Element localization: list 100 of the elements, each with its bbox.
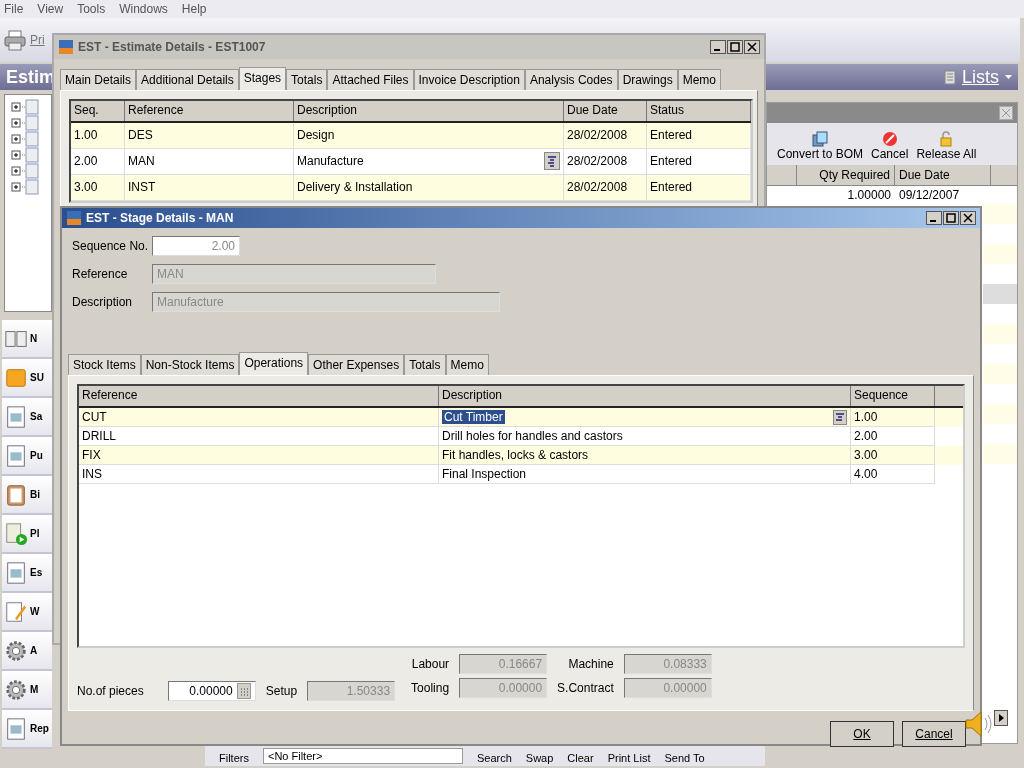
- toolbar-button[interactable]: Cancel: [871, 131, 909, 161]
- tab[interactable]: Stages: [238, 67, 287, 90]
- tab[interactable]: Attached Files: [327, 69, 414, 90]
- play-icon: [4, 521, 28, 546]
- tab[interactable]: Totals: [286, 69, 328, 90]
- nav-item[interactable]: M: [2, 671, 52, 710]
- nav-item[interactable]: Es: [2, 554, 52, 593]
- column-header[interactable]: Due Date: [895, 165, 991, 185]
- print-label[interactable]: Pri: [30, 33, 45, 47]
- table-cell-text: Design: [297, 127, 335, 142]
- tab[interactable]: Totals: [404, 354, 446, 375]
- nav-item[interactable]: Bi: [2, 476, 52, 515]
- nav-item[interactable]: SU: [2, 359, 52, 398]
- table-row[interactable]: 3.00 INST Delivery & Installation 28/02/2008 Entered: [71, 175, 751, 201]
- column-header[interactable]: Reference: [79, 386, 439, 406]
- tab[interactable]: Drawings: [617, 69, 678, 90]
- nav-label: SU: [30, 372, 44, 383]
- nav-label: M: [30, 684, 39, 695]
- lists-button[interactable]: Lists: [962, 66, 999, 88]
- maximize-icon[interactable]: [943, 211, 959, 225]
- filter-dropdown[interactable]: <No Filter>: [262, 748, 463, 764]
- column-header[interactable]: Reference: [125, 101, 294, 121]
- table-row[interactable]: INS Final Inspection 4.00: [79, 465, 963, 484]
- filter-action[interactable]: Clear: [567, 752, 594, 764]
- dropdown-icon[interactable]: [1005, 75, 1012, 79]
- table-cell: CUT: [79, 408, 439, 427]
- table-cell: Fit handles, locks & castors: [442, 448, 589, 462]
- column-header[interactable]: Due Date: [564, 101, 647, 121]
- toolbar-button[interactable]: Convert to BOM: [777, 131, 864, 161]
- tab[interactable]: Stock Items: [68, 354, 141, 375]
- speaker-icon[interactable]: [962, 708, 994, 740]
- table-cell: FIX: [79, 446, 439, 465]
- pencil-icon: [4, 599, 28, 624]
- edit-button-icon[interactable]: [544, 152, 560, 170]
- filter-action[interactable]: Send To: [664, 752, 705, 764]
- table-cell: 3.00: [71, 175, 125, 201]
- field-label: Tooling: [411, 681, 450, 695]
- dialog-button[interactable]: OK: [830, 721, 894, 747]
- menu-item[interactable]: Windows: [119, 2, 168, 16]
- tab[interactable]: Invoice Description: [413, 69, 525, 90]
- table-row[interactable]: 1.00 DES Design 28/02/2008 Entered: [71, 123, 751, 149]
- tab[interactable]: Main Details: [60, 69, 137, 90]
- menu-item[interactable]: Tools: [77, 2, 106, 16]
- nav-label: Pu: [30, 450, 43, 461]
- column-header[interactable]: Qty Required: [797, 165, 895, 185]
- table-cell: Cut Timber: [442, 410, 505, 424]
- column-header[interactable]: Description: [439, 386, 851, 406]
- tab[interactable]: Analysis Codes: [524, 69, 618, 90]
- tab[interactable]: Non-Stock Items: [140, 354, 240, 375]
- field-label: Description: [72, 295, 134, 309]
- tab[interactable]: Other Expenses: [308, 354, 405, 375]
- nav-label: Rep: [30, 723, 49, 734]
- tab[interactable]: Memo: [677, 69, 721, 90]
- column-header[interactable]: Sequence: [851, 386, 935, 406]
- column-header[interactable]: Status: [647, 101, 751, 121]
- nav-item[interactable]: W: [2, 593, 52, 632]
- tab[interactable]: Additional Details: [136, 69, 239, 90]
- field-label: Setup: [265, 684, 298, 698]
- table-row[interactable]: FIX Fit handles, locks & castors 3.00: [79, 446, 963, 465]
- table-cell-text: 09/12/2007: [898, 187, 961, 204]
- tab[interactable]: Memo: [445, 354, 489, 375]
- filter-action[interactable]: Print List: [607, 752, 651, 764]
- app-icon: [66, 210, 82, 226]
- tab[interactable]: Operations: [239, 352, 309, 375]
- nav-item[interactable]: Pl: [2, 515, 52, 554]
- nav-item[interactable]: Rep: [2, 710, 52, 749]
- nav-label: A: [30, 645, 38, 656]
- scroll-right-icon[interactable]: [994, 710, 1008, 726]
- minimize-icon[interactable]: [710, 40, 726, 54]
- nav-label: N: [30, 333, 38, 344]
- table-row[interactable]: CUT Cut Timber 1.00: [79, 408, 963, 427]
- minimize-icon[interactable]: [926, 211, 942, 225]
- close-icon[interactable]: [744, 40, 760, 54]
- menu-item[interactable]: View: [37, 2, 64, 16]
- nav-label: W: [30, 606, 40, 617]
- sheet-icon: [4, 443, 28, 468]
- calculator-icon[interactable]: [236, 683, 251, 699]
- input-field[interactable]: 2.00: [152, 236, 240, 256]
- input-field[interactable]: 0.00000: [167, 681, 256, 701]
- nav-item[interactable]: Sa: [2, 398, 52, 437]
- dialog-button[interactable]: Cancel: [902, 721, 966, 747]
- nav-item[interactable]: A: [2, 632, 52, 671]
- table-cell: Entered: [647, 175, 751, 201]
- edit-button-icon[interactable]: [833, 410, 847, 425]
- field-label: No.of pieces: [77, 684, 144, 698]
- table-cell: 28/02/2008: [564, 123, 647, 149]
- toolbar-button[interactable]: Release All: [916, 131, 977, 161]
- column-header[interactable]: Seq.: [71, 101, 125, 121]
- table-cell: Drill holes for handles and castors: [442, 429, 623, 443]
- column-header[interactable]: Description: [294, 101, 564, 121]
- menu-item[interactable]: File: [4, 2, 24, 16]
- printer-icon[interactable]: [4, 29, 26, 51]
- filter-action[interactable]: Search: [476, 752, 512, 764]
- filter-action[interactable]: Swap: [525, 752, 554, 764]
- menu-item[interactable]: Help: [181, 2, 207, 16]
- close-icon[interactable]: [960, 211, 976, 225]
- nav-item[interactable]: N: [2, 320, 52, 359]
- field-label: Labour: [411, 657, 450, 671]
- maximize-icon[interactable]: [727, 40, 743, 54]
- nav-item[interactable]: Pu: [2, 437, 52, 476]
